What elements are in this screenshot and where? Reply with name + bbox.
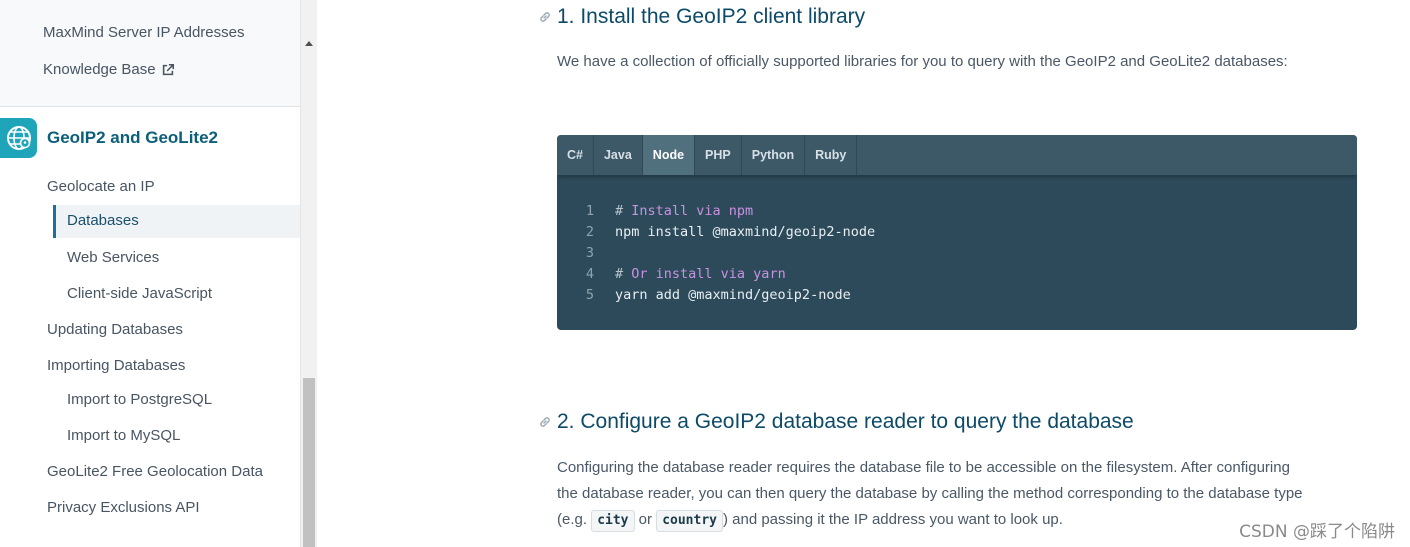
scroll-up-arrow-icon[interactable] [305,41,313,46]
sidebar-product-title: GeoIP2 and GeoLite2 [47,128,218,147]
tab-ruby[interactable]: Ruby [805,135,858,175]
paragraph-line: the database reader, you can then query … [557,485,1303,502]
code-comment-hash: # [615,266,624,282]
sidebar-scrollbar[interactable] [300,0,317,547]
sidebar-item-label: Databases [67,212,139,229]
tab-php[interactable]: PHP [695,135,742,175]
code-text: yarn add @maxmind/geoip2-node [615,287,851,303]
sidebar-item-geolocate[interactable]: Geolocate an IP [47,178,155,195]
code-line: 3 [557,243,875,264]
sidebar-item-importing-databases[interactable]: Importing Databases [47,357,185,374]
line-number: 2 [585,224,594,240]
tab-python[interactable]: Python [742,135,806,175]
sidebar-item-web-services[interactable]: Web Services [67,249,159,266]
paragraph-text: or [634,511,657,528]
paragraph-text: (e.g. [557,511,592,528]
sidebar-item-geolite2-free[interactable]: GeoLite2 Free Geolocation Data [47,463,263,480]
sidebar-item-databases[interactable]: Databases [53,205,300,238]
scrollbar-thumb[interactable] [303,378,315,547]
sidebar-item-privacy-exclusions[interactable]: Privacy Exclusions API [47,499,200,516]
sidebar-item-import-mysql[interactable]: Import to MySQL [67,427,180,444]
sidebar-item-client-js[interactable]: Client-side JavaScript [67,285,212,302]
anchor-link-icon[interactable] [538,415,552,429]
inline-code-city: city [591,510,635,532]
line-number: 1 [585,203,594,219]
external-link-icon [162,63,174,75]
sidebar-item-updating-databases[interactable]: Updating Databases [47,321,183,338]
sidebar-product-header[interactable]: GeoIP2 and GeoLite2 [0,118,218,158]
code-comment-hash: # [615,203,624,219]
code-line: 2 npm install @maxmind/geoip2-node [557,222,875,243]
anchor-link-icon[interactable] [538,10,552,24]
paragraph-text: ) and passing it the IP address you want… [722,511,1063,528]
code-line: 5 yarn add @maxmind/geoip2-node [557,285,875,306]
sidebar-item-knowledge-base[interactable]: Knowledge Base [43,61,175,78]
code-content[interactable]: 1 # Install via npm 2 npm install @maxmi… [557,201,875,306]
tab-java[interactable]: Java [594,135,643,175]
globe-icon [0,118,37,158]
line-number: 4 [585,266,594,282]
paragraph-line: Configuring the database reader requires… [557,459,1290,476]
section-heading-install: 1. Install the GeoIP2 client library [557,5,866,28]
language-tabs: C# Java Node PHP Python Ruby [557,135,1357,175]
code-comment: Or install via yarn [623,266,786,282]
line-number: 3 [585,245,594,261]
inline-code-country: country [656,510,723,532]
code-text: npm install @maxmind/geoip2-node [615,224,876,240]
tab-csharp[interactable]: C# [557,135,594,175]
sidebar-item-import-postgresql[interactable]: Import to PostgreSQL [67,391,212,408]
sidebar-item-maxmind-server-ips[interactable]: MaxMind Server IP Addresses [43,24,244,41]
sidebar-item-label: Knowledge Base [43,61,156,78]
code-comment: Install via npm [623,203,754,219]
section-heading-configure: 2. Configure a GeoIP2 database reader to… [557,410,1134,433]
line-number: 5 [585,287,594,303]
sidebar: MaxMind Server IP Addresses Knowledge Ba… [0,0,300,547]
main-content: 1. Install the GeoIP2 client library We … [317,0,1410,547]
csdn-watermark: CSDN @踩了个陷阱 [1239,522,1395,542]
code-block: C# Java Node PHP Python Ruby 1 # Install… [557,135,1357,330]
section-paragraph-install: We have a collection of officially suppo… [557,53,1288,70]
code-line: 4 # Or install via yarn [557,264,875,285]
sidebar-product-section: GeoIP2 and GeoLite2 Geolocate an IP Data… [0,107,300,547]
tab-node[interactable]: Node [642,135,696,175]
code-line: 1 # Install via npm [557,201,875,222]
